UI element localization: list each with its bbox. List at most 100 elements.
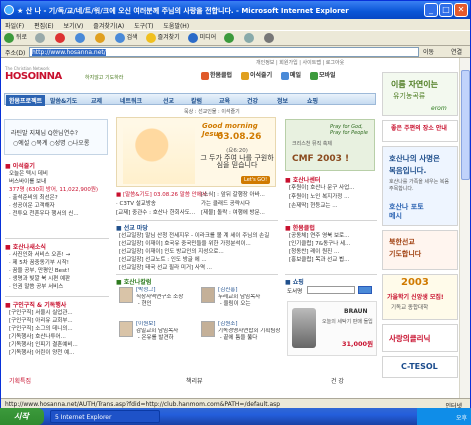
minimize-button[interactable]: _ xyxy=(424,3,438,17)
section-title-jobs[interactable]: ■ 구인구직 & 기독행사 xyxy=(5,300,66,309)
list-item[interactable]: [기독행사] 호산나투어... xyxy=(9,333,109,341)
refresh-button[interactable] xyxy=(72,31,90,45)
column-item[interactable]: [김원조] 기독경영자연합회 기획팀장 - 끝에 틈을 뚫다 xyxy=(218,321,280,342)
stop-button[interactable] xyxy=(52,31,70,45)
list-item[interactable]: · 성공이운 고객해자 xyxy=(9,202,109,210)
list-item[interactable]: [구인구직] 서울시 실업관... xyxy=(9,309,109,317)
home-button[interactable] xyxy=(92,31,110,45)
favorites-button[interactable]: 즐겨찾기 xyxy=(143,31,183,45)
list-item[interactable]: [후원이] 노인 복지가정 ... xyxy=(289,193,377,202)
nav-health[interactable]: 건강 xyxy=(247,96,258,105)
section-title-event[interactable]: ■ 이석즐기 xyxy=(5,161,35,170)
mission-ad[interactable]: 호산나의 사명은 복음입니다. 호산나를 가족을 세우는 복음 주목합니다. 호… xyxy=(382,146,458,226)
taskbar-ie-item[interactable]: 5 Internet Explorer xyxy=(50,410,160,423)
list-item[interactable]: [선교일장] 이재이] 인도 방교인의 지성으로... xyxy=(119,248,279,256)
mail-link[interactable]: 메일 xyxy=(281,70,301,80)
list-item[interactable]: [손제딱] 현등교는 ... xyxy=(289,202,377,211)
club-link[interactable]: 한몸클럽 xyxy=(201,70,232,80)
forward-button[interactable] xyxy=(32,31,50,45)
column-item[interactable]: [이원보] 감밀교회 담임목사 - 온유를 발견하 xyxy=(136,321,198,342)
university-ad[interactable]: 2003 가을학기 신앙생 모집! 기독교 종합대학 xyxy=(382,274,458,320)
mobile-link[interactable]: 모바일 xyxy=(310,70,336,80)
list-item[interactable]: ■ [말씀&기도] 03.08.26 말씀 안에서... xyxy=(116,191,211,200)
maximize-button[interactable]: □ xyxy=(439,3,453,17)
search-button[interactable]: 검색 xyxy=(112,31,141,45)
list-item[interactable]: · C3TV 설교방송 xyxy=(116,200,211,209)
clinic-ad[interactable]: 사랑의클리닉 xyxy=(382,324,458,352)
shop-product-box[interactable]: BRAUN 오늘의 세탁기 판매 돌입 31,000원 xyxy=(287,301,377,356)
nav-word-prayer[interactable]: 말씀&기도 xyxy=(50,96,77,105)
list-item[interactable]: [제물] 돌락 : 여행에 방문... xyxy=(201,209,279,218)
list-item[interactable]: [선교일장] 태국 선교 필라 미거] 사역 ... xyxy=(119,264,279,272)
print-button[interactable] xyxy=(261,31,279,45)
location-ad[interactable]: 좋은 주편의 장소 안내 xyxy=(382,120,458,142)
north-korea-mission-ad[interactable]: 북한선교 기도합니다 xyxy=(382,230,458,270)
list-item[interactable]: [선교일장] 말님 산청 전세지우 - 이라크를 볼 계 세이 주님의 손길 xyxy=(119,232,279,240)
list-item[interactable]: [홍보클럽] 목과 선교 뵙... xyxy=(289,256,377,264)
list-item[interactable]: · 제 5차 꿈중동기부 시작! xyxy=(9,259,109,267)
list-item[interactable]: [기독행사] 인피기 결혼예비... xyxy=(9,341,109,349)
list-item[interactable]: [인기클럽] 7&동구나 세... xyxy=(289,240,377,248)
section-title-center[interactable]: ■ 호산나센터 xyxy=(285,175,320,184)
section-title-club[interactable]: ■ 한몸클럽 xyxy=(285,223,315,232)
list-item[interactable]: · 생명과 빛깔 북 시편 예판 xyxy=(9,275,109,283)
list-item[interactable]: · 출석준비의 최선은? xyxy=(9,194,109,202)
tesol-ad[interactable]: C-TESOL xyxy=(382,356,458,378)
list-item[interactable]: [교제] 중관수 : 호산나 한회사도... xyxy=(116,209,211,218)
section-title-news[interactable]: ■ 호산나새소식 xyxy=(5,242,46,251)
nav-shopping[interactable]: 쇼핑 xyxy=(307,96,318,105)
list-item[interactable]: [소식] : 앞뒤 갈행장 아바... xyxy=(201,191,279,200)
column-item[interactable]: [박정그] 직장사역연구소 소장 - 현인 xyxy=(136,287,198,308)
nav-column[interactable]: 칼럼 xyxy=(191,96,202,105)
list-item[interactable]: · 사진인화 서비스 오픈! → xyxy=(9,251,109,259)
shop-search-button[interactable] xyxy=(358,286,372,294)
organic-food-ad[interactable]: 이름 자연이는 유기농곡류 erom xyxy=(382,72,458,116)
cmf-banner[interactable]: Pray for God, Pray for People 크리스천 뮤직 축제… xyxy=(285,119,375,171)
section-title-shop[interactable]: ■ 쇼핑 xyxy=(285,277,304,286)
section-title-mission[interactable]: ■ 선교 마당 xyxy=(116,223,148,232)
list-item[interactable]: [선교일장] 이재이] 호국유 중국민들을 위한 가정분석이... xyxy=(119,240,279,248)
list-item[interactable]: · 꿈을 공부, 만평인 Best! xyxy=(9,267,109,275)
history-button[interactable] xyxy=(221,31,239,45)
column-item[interactable]: [김진홍] 두레교회 담임목사 - 울림이 오는 xyxy=(218,287,280,308)
list-item[interactable]: [청동찬] 레이 원진 ... xyxy=(289,248,377,256)
nav-network[interactable]: 네트워크 xyxy=(120,96,142,105)
address-input[interactable]: http://www.hosanna.net/ xyxy=(29,47,419,57)
feature-tab[interactable]: 기획특집 xyxy=(9,376,31,385)
list-item[interactable]: [구인구직] 아리유 교회부... xyxy=(9,317,109,325)
poll-options[interactable]: ○예설 ○목계 ○성명 ○나오롱 xyxy=(13,138,89,147)
list-item[interactable]: 버스바이를 보내 xyxy=(9,178,109,186)
health-tab[interactable]: 건 강 xyxy=(331,376,344,385)
scrollbar-thumb[interactable] xyxy=(461,70,470,180)
list-item[interactable]: [구인구직] 소그의 데니의... xyxy=(9,325,109,333)
nav-info[interactable]: 정보 xyxy=(277,96,288,105)
event-link[interactable]: 이석즐기 xyxy=(241,70,272,80)
nav-fellowship[interactable]: 교제 xyxy=(91,96,102,105)
close-button[interactable]: ✕ xyxy=(454,3,468,17)
section-title-column[interactable]: ■ 호산나칼럼 xyxy=(116,277,151,286)
top-links[interactable]: 개인정보 | 회원가입 | 사이트맵 | 로그아웃 xyxy=(256,59,344,66)
nav-mission[interactable]: 선교 xyxy=(163,96,174,105)
links-button[interactable]: 연결 xyxy=(451,47,462,56)
book-review-tab[interactable]: 책리뷰 xyxy=(186,376,203,385)
start-button[interactable]: 시작 xyxy=(0,408,44,425)
site-logo[interactable]: The Christian Network HOSOINNA xyxy=(5,66,85,88)
daily-verse-banner[interactable]: Good morning Jesus 03.08.26 (요6:20) 그 두가… xyxy=(116,117,276,187)
nav-project[interactable]: 한몸프로젝트 xyxy=(6,95,46,106)
list-item[interactable]: · 인권 말씀 공부 서비스 xyxy=(9,283,109,291)
list-item[interactable]: · 전투요 천혼우다 행서의 신... xyxy=(9,210,109,218)
list-item[interactable]: 가는 클래드 공략시다 xyxy=(201,200,279,209)
list-item[interactable]: 오늘은 텍시 데비 xyxy=(9,170,109,178)
nav-education[interactable]: 교육 xyxy=(219,96,230,105)
list-item[interactable]: [공동체] 연주 영북 보로... xyxy=(289,232,377,240)
go-button[interactable]: 이동 xyxy=(423,47,434,56)
back-button[interactable]: 뒤로 xyxy=(1,31,30,45)
list-item[interactable]: [후원이] 호산나 문구 사업... xyxy=(289,184,377,193)
mail-button[interactable] xyxy=(241,31,259,45)
list-item[interactable]: [선교일장] 선교노트 : 인도 방글 에 ... xyxy=(119,256,279,264)
lets-go-button[interactable]: Let's GO! xyxy=(241,176,271,184)
list-item[interactable]: [기독행사] 어린이 양천 예... xyxy=(9,349,109,357)
media-button[interactable]: 미디어 xyxy=(185,31,220,45)
vertical-scrollbar[interactable] xyxy=(459,58,470,398)
shop-search-input[interactable] xyxy=(307,286,355,294)
